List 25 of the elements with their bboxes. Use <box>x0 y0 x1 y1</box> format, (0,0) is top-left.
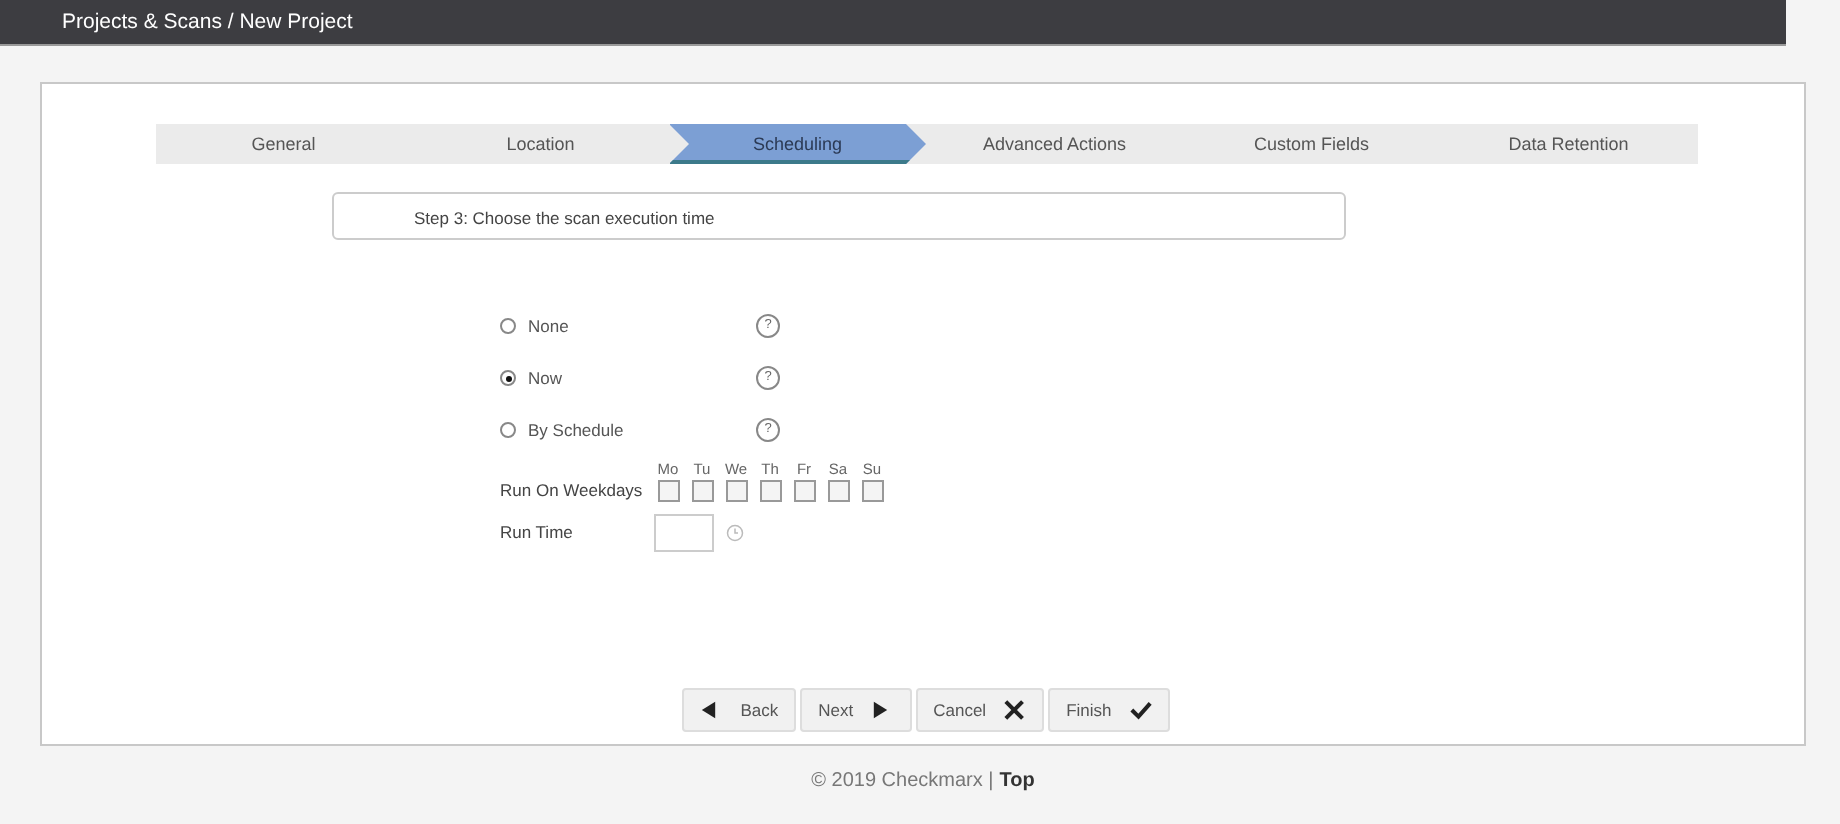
checkbox[interactable] <box>691 480 713 502</box>
close-icon <box>1004 700 1027 720</box>
radio-option[interactable]: None <box>500 316 756 336</box>
radio-option[interactable]: Now <box>500 368 756 388</box>
breadcrumb: Projects & Scans / New Project <box>60 10 353 34</box>
back-button[interactable]: Back <box>682 688 797 732</box>
time-input[interactable] <box>654 514 714 552</box>
checkbox[interactable] <box>861 480 883 502</box>
radio-option[interactable]: By Schedule <box>500 420 756 440</box>
field-label: Run Time <box>500 522 575 544</box>
checkbox[interactable] <box>725 480 747 502</box>
finish-button[interactable]: Finish <box>1048 688 1170 732</box>
wizard-step-tab[interactable]: Scheduling <box>669 124 926 164</box>
field-label: Run On Weekdays <box>500 480 645 502</box>
next-button[interactable]: Next <box>800 688 912 732</box>
clock-icon[interactable] <box>726 524 744 542</box>
checkbox[interactable] <box>793 480 815 502</box>
top-link[interactable]: Top <box>999 770 1035 792</box>
checkbox[interactable] <box>759 480 781 502</box>
cancel-button[interactable]: Cancel <box>915 688 1045 732</box>
copyright-text: © 2019 Checkmarx | <box>811 770 994 792</box>
checkbox[interactable] <box>657 480 679 502</box>
checkbox[interactable] <box>827 480 849 502</box>
instruction-text: Step 3: Choose the scan execution time <box>332 192 1346 240</box>
check-icon <box>1129 700 1152 720</box>
